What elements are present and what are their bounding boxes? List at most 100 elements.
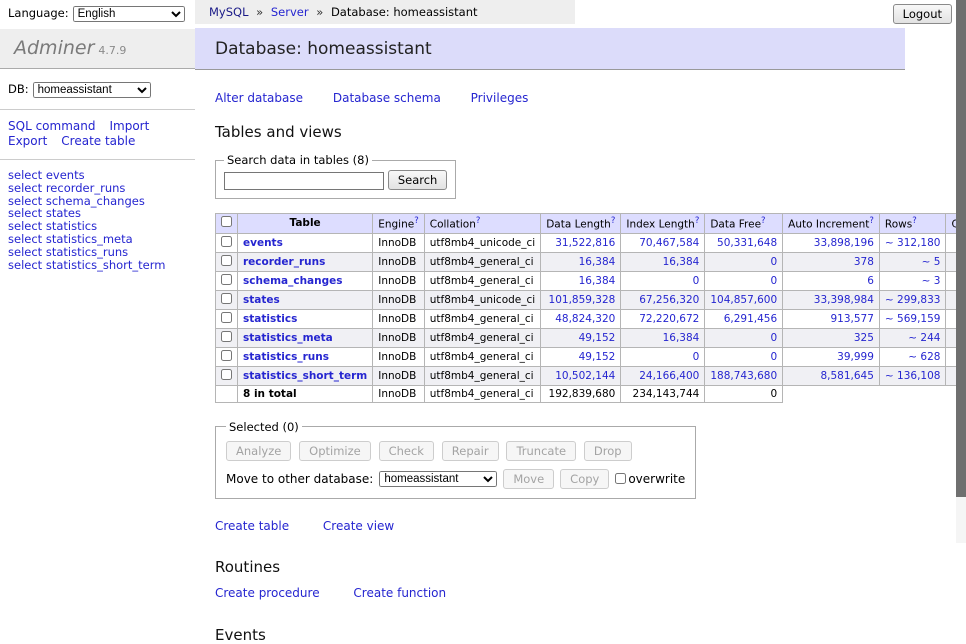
create-function-link[interactable]: Create function: [353, 586, 446, 600]
help-link[interactable]: ?: [695, 216, 700, 226]
help-link[interactable]: ?: [912, 216, 917, 226]
breadcrumb-server-link[interactable]: Server: [271, 5, 309, 19]
export-link[interactable]: Export: [8, 134, 47, 148]
truncate-button[interactable]: Truncate: [506, 441, 576, 461]
overwrite-checkbox[interactable]: [615, 473, 626, 484]
create-table-link[interactable]: Create table: [215, 519, 289, 533]
collation-cell: utf8mb4_unicode_ci: [424, 233, 540, 252]
row-checkbox[interactable]: [221, 293, 232, 304]
table-link-statistics_short_term[interactable]: statistics_short_term: [243, 370, 367, 382]
auto-increment-cell: 33,898,196: [783, 233, 880, 252]
help-link[interactable]: ?: [414, 216, 419, 226]
index-length-cell: 67,256,320: [621, 290, 705, 309]
breadcrumb-mysql-link[interactable]: MySQL: [209, 5, 249, 19]
footer-blank-cell: [783, 385, 880, 402]
breadcrumb-separator: »: [256, 5, 263, 19]
analyze-button[interactable]: Analyze: [226, 441, 291, 461]
drop-button[interactable]: Drop: [584, 441, 632, 461]
auto-increment-cell: 378: [783, 252, 880, 271]
main-area: MySQL » Server » Database: homeassistant…: [195, 0, 905, 644]
search-button[interactable]: Search: [388, 170, 448, 190]
db-label: DB:: [8, 82, 29, 96]
help-link[interactable]: ?: [611, 216, 616, 226]
search-input[interactable]: [224, 172, 384, 190]
help-link[interactable]: ?: [761, 216, 766, 226]
move-button[interactable]: Move: [503, 469, 554, 489]
alter-database-link[interactable]: Alter database: [215, 91, 303, 105]
row-checkbox[interactable]: [221, 274, 232, 285]
engine-cell: InnoDB: [373, 252, 425, 271]
move-database-select[interactable]: homeassistant: [379, 471, 497, 487]
rows-cell: ~ 312,180: [879, 233, 946, 252]
optimize-button[interactable]: Optimize: [299, 441, 371, 461]
create-view-link[interactable]: Create view: [323, 519, 394, 533]
vertical-scrollbar[interactable]: [956, 0, 966, 543]
help-link[interactable]: ?: [476, 216, 481, 226]
import-link[interactable]: Import: [109, 119, 149, 133]
tables-body: eventsInnoDButf8mb4_unicode_ci31,522,816…: [216, 233, 966, 385]
repair-button[interactable]: Repair: [442, 441, 499, 461]
logout-button[interactable]: Logout: [893, 4, 952, 24]
data-length-cell: 16,384: [541, 271, 621, 290]
data-free-cell: 6,291,456: [705, 309, 783, 328]
table-row: statisticsInnoDButf8mb4_general_ci48,824…: [216, 309, 966, 328]
sidebar-tables-list: select events select recorder_runs selec…: [0, 160, 195, 271]
sidebar-item-select-recorder-runs[interactable]: select recorder_runs: [8, 182, 187, 195]
auto-increment-cell: 33,398,984: [783, 290, 880, 309]
data-free-cell: 50,331,648: [705, 233, 783, 252]
sidebar-item-select-statistics-runs[interactable]: select statistics_runs: [8, 246, 187, 259]
data-free-cell: 0: [705, 328, 783, 347]
table-row: schema_changesInnoDButf8mb4_general_ci16…: [216, 271, 966, 290]
index-length-cell: 0: [621, 347, 705, 366]
row-checkbox[interactable]: [221, 312, 232, 323]
table-row: statesInnoDButf8mb4_unicode_ci101,859,32…: [216, 290, 966, 309]
row-checkbox[interactable]: [221, 331, 232, 342]
sidebar-item-select-statistics-meta[interactable]: select statistics_meta: [8, 233, 187, 246]
index-length-cell: 16,384: [621, 252, 705, 271]
sidebar-item-select-statistics-short-term[interactable]: select statistics_short_term: [8, 259, 187, 272]
breadcrumb-current: Database: homeassistant: [331, 5, 478, 19]
row-checkbox-cell: [216, 328, 238, 347]
tables-and-views-heading: Tables and views: [215, 123, 905, 141]
copy-button[interactable]: Copy: [560, 469, 609, 489]
scrollbar-thumb[interactable]: [956, 0, 966, 497]
table-link-statistics_runs[interactable]: statistics_runs: [243, 351, 329, 363]
create-table-link-side[interactable]: Create table: [61, 134, 135, 148]
table-link-schema_changes[interactable]: schema_changes: [243, 275, 343, 287]
engine-cell: InnoDB: [373, 309, 425, 328]
table-link-statistics_meta[interactable]: statistics_meta: [243, 332, 333, 344]
create-procedure-link[interactable]: Create procedure: [215, 586, 320, 600]
collation-cell: utf8mb4_general_ci: [424, 347, 540, 366]
auto-increment-cell: 39,999: [783, 347, 880, 366]
privileges-link[interactable]: Privileges: [471, 91, 529, 105]
row-checkbox[interactable]: [221, 236, 232, 247]
table-link-states[interactable]: states: [243, 294, 280, 306]
check-button[interactable]: Check: [379, 441, 434, 461]
language-select[interactable]: English: [73, 6, 185, 22]
column-header-data-free: Data Free?: [705, 214, 783, 234]
table-link-events[interactable]: events: [243, 237, 283, 249]
select-all-checkbox[interactable]: [221, 216, 232, 227]
row-checkbox[interactable]: [221, 350, 232, 361]
row-checkbox[interactable]: [221, 255, 232, 266]
engine-cell: InnoDB: [373, 347, 425, 366]
help-link[interactable]: ?: [869, 216, 874, 226]
total-label-cell: 8 in total: [238, 385, 373, 402]
sidebar-item-select-events[interactable]: select events: [8, 169, 187, 182]
table-link-statistics[interactable]: statistics: [243, 313, 297, 325]
database-schema-link[interactable]: Database schema: [333, 91, 441, 105]
db-select[interactable]: homeassistant: [33, 82, 151, 98]
data-length-cell: 101,859,328: [541, 290, 621, 309]
column-header-auto-increment: Auto Increment?: [783, 214, 880, 234]
column-header-data-length: Data Length?: [541, 214, 621, 234]
selected-legend: Selected (0): [226, 420, 302, 434]
table-link-recorder_runs[interactable]: recorder_runs: [243, 256, 325, 268]
collation-cell: utf8mb4_general_ci: [424, 328, 540, 347]
table-row: statistics_metaInnoDButf8mb4_general_ci4…: [216, 328, 966, 347]
db-row: DB: homeassistant: [0, 69, 195, 110]
sql-command-link[interactable]: SQL command: [8, 119, 95, 133]
row-checkbox[interactable]: [221, 369, 232, 380]
index-length-cell: 24,166,400: [621, 366, 705, 385]
data-length-cell: 48,824,320: [541, 309, 621, 328]
data-length-cell: 49,152: [541, 328, 621, 347]
